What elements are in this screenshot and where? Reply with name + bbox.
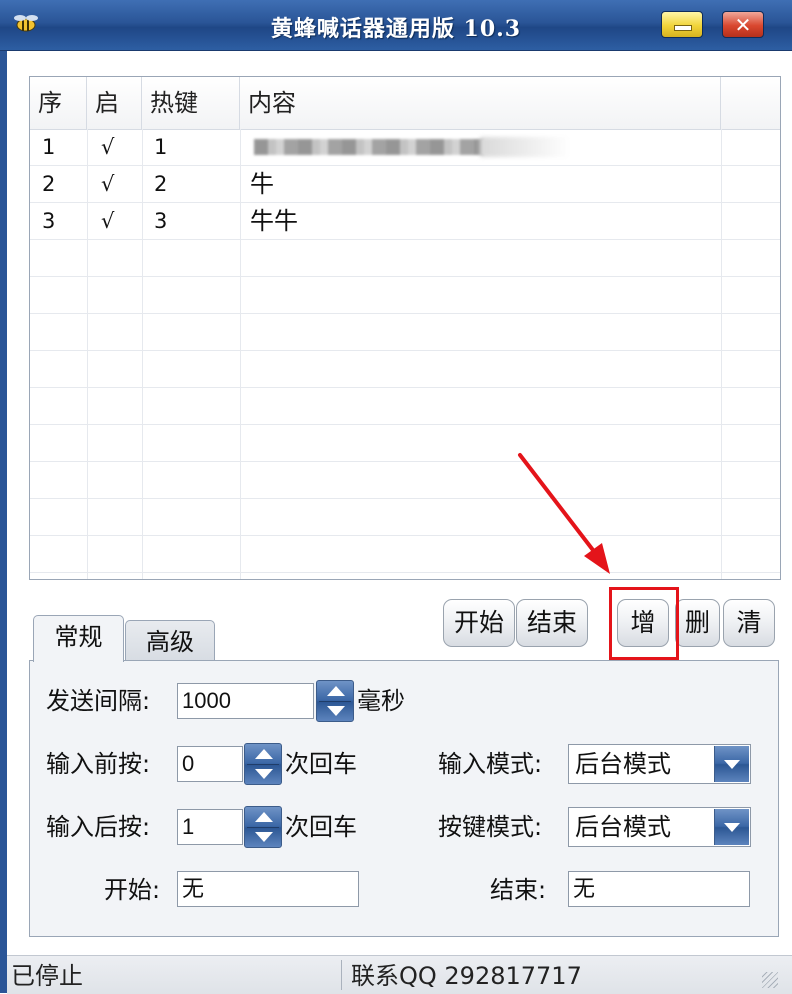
send-interval-stepper[interactable] [316, 680, 354, 722]
column-header-extra [721, 77, 780, 129]
window-left-border [0, 51, 7, 993]
key-mode-select[interactable]: 后台模式 [568, 807, 751, 847]
row-enabled-check[interactable]: √ [87, 166, 142, 202]
enter-after-unit: 次回车 [285, 813, 357, 841]
key-mode-label: 按键模式: [438, 813, 543, 841]
title-bar[interactable]: 黄蜂喊话器通用版 10.3 ✕ [0, 0, 792, 51]
table-row[interactable]: 3 √ 3 牛牛 [30, 203, 780, 240]
status-state: 已停止 [11, 962, 83, 990]
column-header-index[interactable]: 序 [30, 77, 87, 129]
start-button[interactable]: 开始 [443, 599, 515, 647]
empty-row[interactable] [30, 240, 780, 277]
enter-after-stepper[interactable] [244, 806, 282, 848]
enter-after-label: 输入后按: [46, 813, 151, 841]
start-hotkey-input[interactable]: 无 [177, 871, 359, 907]
row-enabled-check[interactable]: √ [87, 129, 142, 165]
column-header-content[interactable]: 内容 [240, 77, 721, 129]
close-icon: ✕ [734, 13, 752, 37]
start-hotkey-label: 开始: [104, 876, 161, 904]
tab-advanced[interactable]: 高级 [125, 620, 215, 664]
key-mode-value: 后台模式 [575, 813, 671, 841]
resize-grip-icon[interactable] [762, 972, 778, 988]
row-index: 2 [42, 172, 56, 196]
empty-row[interactable] [30, 499, 780, 536]
send-interval-input[interactable]: 1000 [177, 683, 314, 719]
clear-button[interactable]: 清 [723, 599, 775, 647]
row-hotkey: 2 [154, 172, 168, 196]
row-index: 1 [42, 135, 56, 159]
row-content: 牛 [250, 170, 274, 198]
chevron-down-icon[interactable] [714, 809, 749, 845]
input-mode-label: 输入模式: [438, 750, 543, 778]
enter-before-label: 输入前按: [46, 750, 151, 778]
empty-row[interactable] [30, 388, 780, 425]
redacted-text-fade [480, 137, 570, 157]
empty-row[interactable] [30, 462, 780, 499]
empty-row[interactable] [30, 536, 780, 573]
empty-row[interactable] [30, 314, 780, 351]
chevron-down-icon[interactable] [714, 746, 749, 782]
close-button[interactable]: ✕ [722, 11, 764, 38]
empty-row[interactable] [30, 425, 780, 462]
enter-before-unit: 次回车 [285, 750, 357, 778]
stepper-divider [247, 827, 279, 828]
list-header: 序 启 热键 内容 [30, 77, 780, 130]
delete-button[interactable]: 删 [675, 599, 720, 647]
minimize-button[interactable] [661, 11, 703, 38]
row-content: 牛牛 [250, 207, 298, 235]
enter-before-stepper[interactable] [244, 743, 282, 785]
stop-button[interactable]: 结束 [516, 599, 588, 647]
stepper-divider [319, 701, 351, 702]
table-row[interactable]: 1 √ 1 [30, 129, 780, 166]
end-hotkey-label: 结束: [490, 876, 547, 904]
general-settings-panel: 发送间隔: 1000 毫秒 输入前按: 0 次回车 输入模式: 后台模式 输入后… [29, 660, 779, 937]
status-contact: 联系QQ 292817717 [351, 962, 582, 990]
end-hotkey-input[interactable]: 无 [568, 871, 750, 907]
input-mode-select[interactable]: 后台模式 [568, 744, 751, 784]
row-index: 3 [42, 209, 56, 233]
row-content-redacted [240, 129, 721, 165]
hotkey-list[interactable]: 序 启 热键 内容 1 √ 1 2 √ 2 牛 3 √ 3 牛牛 [29, 76, 781, 580]
redacted-text [254, 139, 484, 155]
enter-before-input[interactable]: 0 [177, 746, 243, 782]
empty-row[interactable] [30, 351, 780, 388]
table-row[interactable]: 2 √ 2 牛 [30, 166, 780, 203]
empty-row[interactable] [30, 277, 780, 314]
column-header-enabled[interactable]: 启 [87, 77, 142, 129]
tab-general[interactable]: 常规 [33, 615, 124, 662]
enter-after-input[interactable]: 1 [177, 809, 243, 845]
row-hotkey: 3 [154, 209, 168, 233]
row-hotkey: 1 [154, 135, 168, 159]
input-mode-value: 后台模式 [575, 750, 671, 778]
column-header-hotkey[interactable]: 热键 [142, 77, 240, 129]
send-interval-label: 发送间隔: [46, 687, 151, 715]
annotation-highlight-box [609, 587, 679, 660]
stepper-divider [247, 764, 279, 765]
send-interval-unit: 毫秒 [357, 687, 405, 715]
status-bar: 已停止 联系QQ 292817717 [7, 955, 792, 994]
row-enabled-check[interactable]: √ [87, 203, 142, 239]
status-divider [341, 960, 342, 990]
